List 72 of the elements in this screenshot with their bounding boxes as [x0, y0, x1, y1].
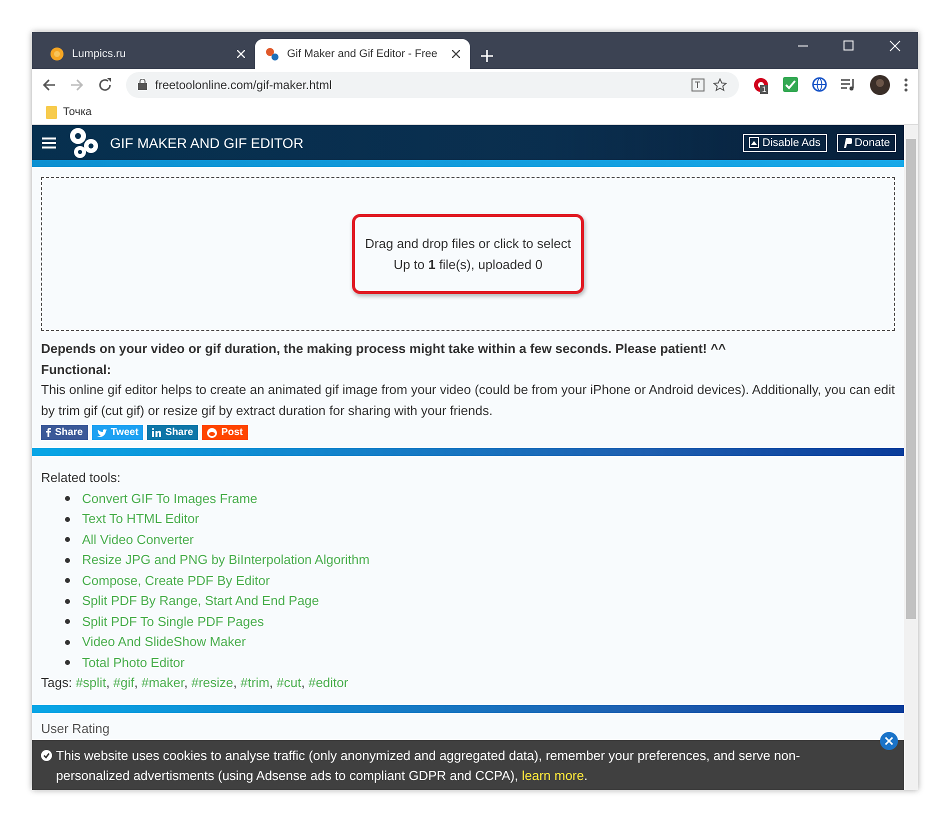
- cookie-text: This website uses cookies to analyse traffic (only anonymized and aggregated data), remember your preferences, and serve non-personalized advertisments (using Adsense ads to compliant GDPR and CCPA), learn more.: [56, 747, 802, 785]
- bookmark[interactable]: Точка: [63, 106, 92, 118]
- tool-link[interactable]: Video And SlideShow Maker: [82, 632, 246, 652]
- bullet-icon: [65, 598, 70, 604]
- drop-zone-text: Drag and drop files or click to select: [365, 235, 571, 253]
- donate-button[interactable]: Donate: [836, 134, 896, 152]
- tag-link[interactable]: #resize: [191, 675, 234, 690]
- share-button[interactable]: Post: [202, 425, 248, 440]
- folder-icon: [46, 106, 57, 118]
- section-label: Functional:: [41, 360, 112, 378]
- section-label: Related tools:: [41, 469, 122, 487]
- learn-more-link[interactable]: learn more: [522, 768, 584, 783]
- tool-link[interactable]: Resize JPG and PNG by BiInterpolation Algorithm: [82, 550, 370, 570]
- share-button[interactable]: Share: [147, 425, 198, 440]
- bullet-icon: [65, 496, 70, 502]
- close-icon[interactable]: [880, 732, 898, 750]
- bullet-icon: [65, 516, 70, 522]
- tool-link[interactable]: Convert GIF To Images Frame: [82, 488, 258, 509]
- facebook-icon: [46, 428, 51, 437]
- bullet-icon: [65, 619, 70, 624]
- avatar-icon[interactable]: [870, 74, 890, 94]
- lock-icon: [138, 79, 147, 90]
- scrollbar[interactable]: [904, 125, 918, 790]
- check-icon[interactable]: [783, 77, 798, 92]
- share-button[interactable]: Tweet: [92, 425, 144, 440]
- bullet-icon: [65, 558, 70, 563]
- section-label: User Rating: [41, 720, 110, 736]
- reload-icon[interactable]: [98, 78, 112, 92]
- notice-text: Depends on your video or gif duration, the making process might take within a few seconds. Please patient! ^^: [41, 340, 727, 358]
- tag-link[interactable]: #trim: [240, 675, 270, 690]
- tag-link[interactable]: #maker: [142, 675, 184, 690]
- tool-link[interactable]: Split PDF By Range, Start And End Page: [82, 591, 320, 612]
- site-title: GIF MAKER AND GIF EDITOR: [110, 134, 304, 150]
- share-button[interactable]: Share: [41, 425, 88, 440]
- tool-link[interactable]: Total Photo Editor: [82, 652, 185, 673]
- bullet-icon: [65, 660, 70, 666]
- browser-tab[interactable]: Lumpics.ru: [40, 39, 255, 69]
- bullet-icon: [65, 537, 70, 542]
- bullet-icon: [65, 640, 70, 645]
- browser-tab[interactable]: Gif Maker and Gif Editor - Free: [255, 39, 470, 69]
- drop-zone-text: Up to 1 file(s), uploaded 0: [392, 256, 544, 274]
- tool-link[interactable]: Compose, Create PDF By Editor: [82, 570, 270, 591]
- fruit-icon: [50, 47, 64, 61]
- image-icon: [749, 137, 760, 148]
- tag-link[interactable]: #split: [76, 675, 106, 690]
- description-text: This online gif editor helps to create an animated gif image from your video (could be from your iPhone or Android devices). Additionally, you can edit by trim gif (cut gif) or resize gif by extract duration for sharing with your friends.: [41, 381, 895, 420]
- tag-link[interactable]: #editor: [308, 675, 348, 690]
- tag-link[interactable]: #gif: [113, 675, 134, 690]
- reddit-icon: [207, 428, 218, 438]
- translate-icon[interactable]: [691, 78, 705, 92]
- tool-link[interactable]: Split PDF To Single PDF Pages: [82, 612, 264, 632]
- close-icon[interactable]: [452, 50, 460, 58]
- tool-link[interactable]: Text To HTML Editor: [82, 509, 200, 530]
- check-icon: [41, 750, 52, 761]
- disable-ads-button[interactable]: Disable Ads: [743, 134, 827, 152]
- new-tab-icon[interactable]: [480, 49, 494, 63]
- linkedin-icon: [152, 428, 162, 437]
- back-icon[interactable]: [42, 78, 56, 92]
- paypal-icon: [842, 138, 852, 148]
- bullet-icon: [65, 578, 70, 584]
- tags-line: Tags: #split, #gif, #maker, #resize, #trim, #cut, #editor: [41, 674, 350, 692]
- bird-icon: [96, 428, 107, 436]
- tool-link[interactable]: All Video Converter: [82, 530, 194, 550]
- star-icon[interactable]: [713, 78, 727, 92]
- address-bar[interactable]: freetoolonline.com/gif-maker.html: [126, 72, 739, 98]
- tag-link[interactable]: #cut: [276, 675, 302, 690]
- url-text: freetoolonline.com/gif-maker.html: [155, 78, 333, 92]
- menu-icon[interactable]: [904, 78, 908, 92]
- menu-icon[interactable]: [42, 136, 56, 148]
- file-drop-zone[interactable]: Drag and drop files or click to select Up to 1 file(s), uploaded 0: [41, 177, 895, 331]
- globe-icon[interactable]: [812, 77, 827, 92]
- playlist-icon[interactable]: [841, 78, 856, 91]
